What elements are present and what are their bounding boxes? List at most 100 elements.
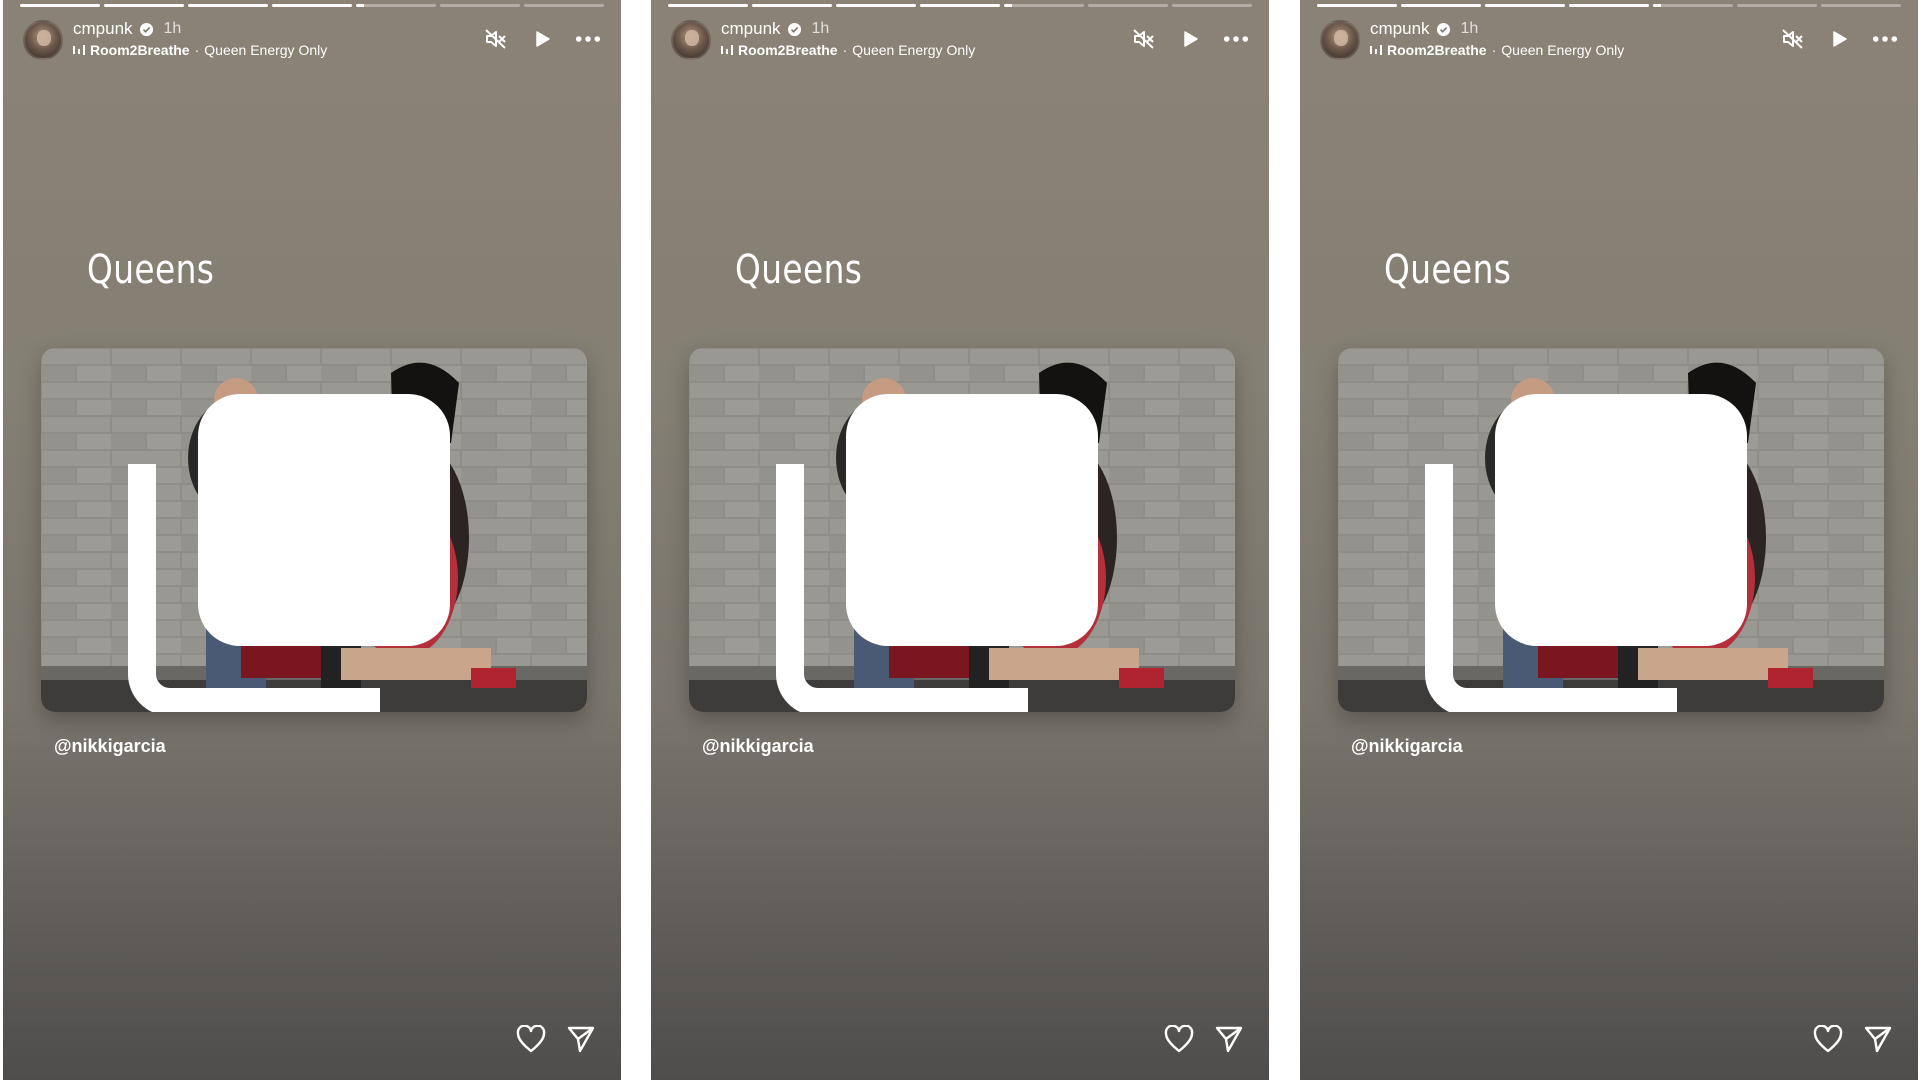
profile-avatar[interactable] <box>23 20 63 60</box>
progress-segment <box>20 4 100 7</box>
progress-segment <box>272 4 352 7</box>
music-attribution[interactable]: Room2Breathe · Queen Energy Only <box>721 42 975 58</box>
progress-segment-fill <box>20 4 100 7</box>
story-progress-bar <box>1317 4 1901 7</box>
verified-badge-icon <box>787 22 801 36</box>
post-time: 1h <box>1460 20 1479 37</box>
progress-segment <box>836 4 916 7</box>
progress-segment <box>668 4 748 7</box>
multiple-images-icon <box>776 394 1098 712</box>
verified-badge-icon <box>1436 22 1450 36</box>
username[interactable]: cmpunk <box>1370 19 1430 39</box>
mention-tag[interactable]: @nikkigarcia <box>54 736 166 757</box>
progress-segment-fill <box>272 4 352 7</box>
play-icon[interactable] <box>1826 26 1852 52</box>
story-header: cmpunk 1h Room2Breathe · Queen Energy On… <box>23 18 601 62</box>
verified-badge-icon <box>139 22 153 36</box>
stories-collage: cmpunk 1h Room2Breathe · Queen Energy On… <box>0 0 1920 1080</box>
music-bars-icon <box>1370 45 1382 55</box>
progress-segment-fill <box>836 4 916 7</box>
separator: · <box>842 42 848 58</box>
progress-segment <box>1401 4 1481 7</box>
shared-post-photo[interactable] <box>689 348 1235 712</box>
music-attribution[interactable]: Room2Breathe · Queen Energy Only <box>1370 42 1624 58</box>
progress-segment-fill <box>1317 4 1397 7</box>
post-time: 1h <box>163 20 182 37</box>
heart-icon[interactable] <box>1813 1024 1843 1054</box>
more-dots-icon[interactable] <box>1872 26 1898 52</box>
shared-post-photo[interactable] <box>41 348 587 712</box>
story-header: cmpunk 1h Room2Breathe · Queen Energy On… <box>671 18 1249 62</box>
speaker-muted-icon[interactable] <box>1780 26 1806 52</box>
story-caption: Queens <box>735 247 863 293</box>
progress-segment-fill <box>1004 4 1012 7</box>
progress-segment <box>1821 4 1901 7</box>
song-artist: Queen Energy Only <box>852 42 976 58</box>
progress-segment-fill <box>1485 4 1565 7</box>
post-time: 1h <box>811 20 830 37</box>
song-title: Room2Breathe <box>90 42 190 58</box>
progress-segment <box>920 4 1000 7</box>
story-caption: Queens <box>87 247 215 293</box>
music-attribution[interactable]: Room2Breathe · Queen Energy Only <box>73 42 327 58</box>
progress-segment <box>1653 4 1733 7</box>
username[interactable]: cmpunk <box>721 19 781 39</box>
progress-segment-fill <box>1653 4 1661 7</box>
progress-segment <box>524 4 604 7</box>
progress-segment-fill <box>104 4 184 7</box>
separator: · <box>194 42 200 58</box>
progress-segment <box>752 4 832 7</box>
story-panel-3[interactable]: cmpunk 1h Room2Breathe · Queen Energy On… <box>1300 0 1918 1080</box>
song-artist: Queen Energy Only <box>1501 42 1625 58</box>
progress-segment-fill <box>668 4 748 7</box>
story-panel-1[interactable]: cmpunk 1h Room2Breathe · Queen Energy On… <box>3 0 621 1080</box>
song-title: Room2Breathe <box>1387 42 1487 58</box>
progress-segment-fill <box>356 4 364 7</box>
paper-plane-icon[interactable] <box>566 1024 596 1054</box>
progress-segment <box>188 4 268 7</box>
progress-segment <box>1172 4 1252 7</box>
progress-segment <box>104 4 184 7</box>
progress-segment <box>1317 4 1397 7</box>
song-artist: Queen Energy Only <box>204 42 328 58</box>
profile-avatar[interactable] <box>671 20 711 60</box>
music-bars-icon <box>721 45 733 55</box>
story-panel-2[interactable]: cmpunk 1h Room2Breathe · Queen Energy On… <box>651 0 1269 1080</box>
multiple-images-icon <box>1425 394 1747 712</box>
speaker-muted-icon[interactable] <box>1131 26 1157 52</box>
music-bars-icon <box>73 45 85 55</box>
heart-icon[interactable] <box>1164 1024 1194 1054</box>
more-dots-icon[interactable] <box>575 26 601 52</box>
username[interactable]: cmpunk <box>73 19 133 39</box>
progress-segment <box>1485 4 1565 7</box>
story-header: cmpunk 1h Room2Breathe · Queen Energy On… <box>1320 18 1898 62</box>
heart-icon[interactable] <box>516 1024 546 1054</box>
progress-segment-fill <box>1401 4 1481 7</box>
progress-segment <box>1088 4 1168 7</box>
progress-segment-fill <box>188 4 268 7</box>
progress-segment <box>1569 4 1649 7</box>
song-title: Room2Breathe <box>738 42 838 58</box>
paper-plane-icon[interactable] <box>1863 1024 1893 1054</box>
story-progress-bar <box>668 4 1252 7</box>
multiple-images-icon <box>128 394 450 712</box>
profile-avatar[interactable] <box>1320 20 1360 60</box>
progress-segment <box>1004 4 1084 7</box>
mention-tag[interactable]: @nikkigarcia <box>1351 736 1463 757</box>
play-icon[interactable] <box>1177 26 1203 52</box>
story-caption: Queens <box>1384 247 1512 293</box>
progress-segment-fill <box>1569 4 1649 7</box>
progress-segment-fill <box>920 4 1000 7</box>
paper-plane-icon[interactable] <box>1214 1024 1244 1054</box>
story-progress-bar <box>20 4 604 7</box>
more-dots-icon[interactable] <box>1223 26 1249 52</box>
progress-segment-fill <box>752 4 832 7</box>
play-icon[interactable] <box>529 26 555 52</box>
speaker-muted-icon[interactable] <box>483 26 509 52</box>
progress-segment <box>440 4 520 7</box>
separator: · <box>1491 42 1497 58</box>
progress-segment <box>1737 4 1817 7</box>
shared-post-photo[interactable] <box>1338 348 1884 712</box>
progress-segment <box>356 4 436 7</box>
mention-tag[interactable]: @nikkigarcia <box>702 736 814 757</box>
